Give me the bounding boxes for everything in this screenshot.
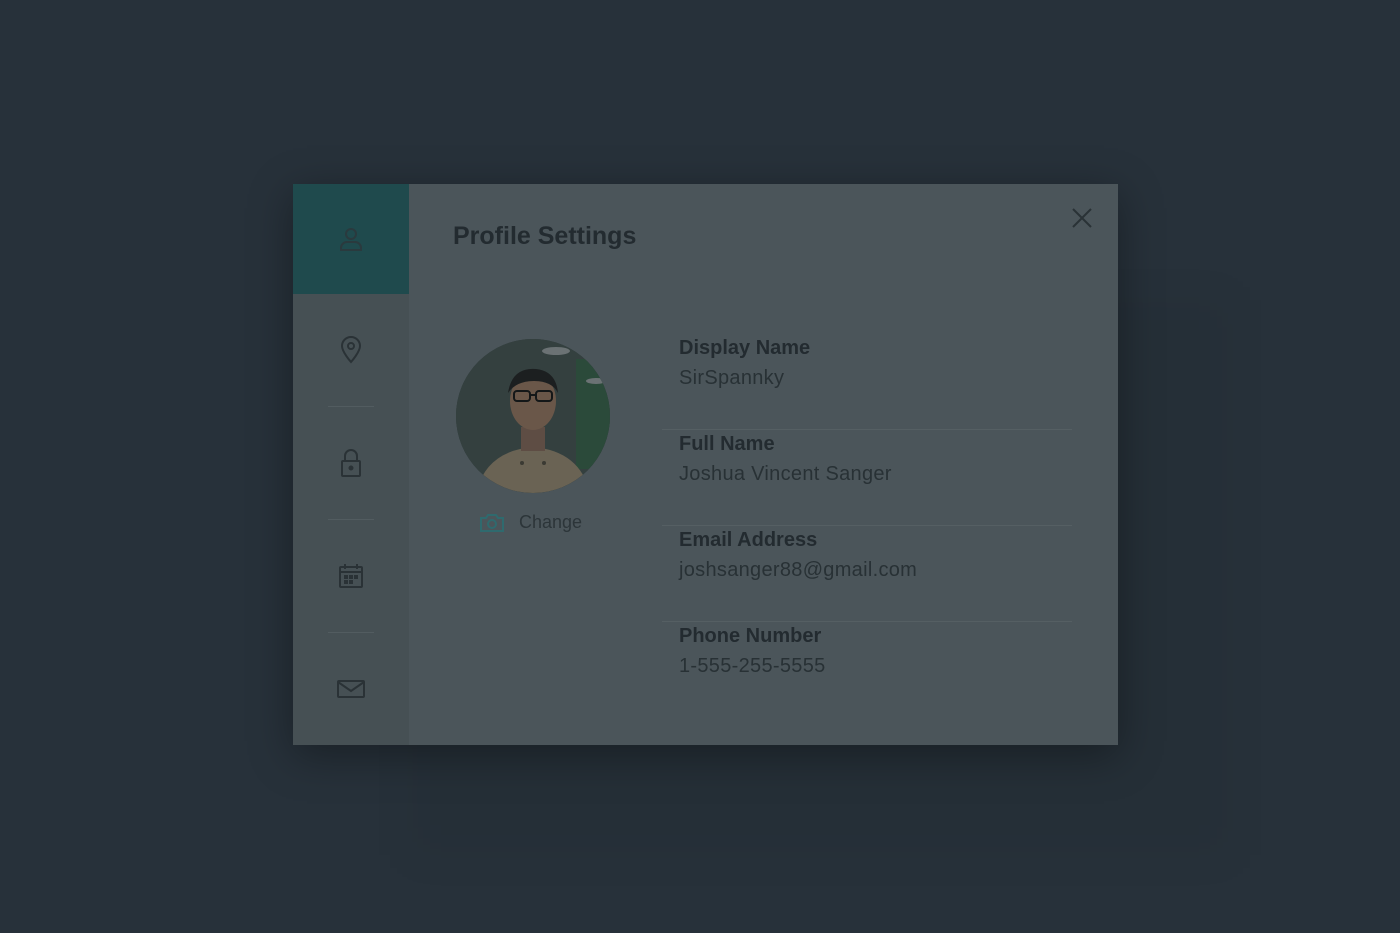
field-label: Display Name bbox=[679, 337, 811, 359]
mail-icon bbox=[336, 678, 366, 700]
field-value: joshsanger88@gmail.com bbox=[679, 559, 918, 581]
camera-icon bbox=[479, 511, 505, 533]
settings-sidebar bbox=[293, 184, 409, 745]
close-icon bbox=[1070, 206, 1094, 230]
phone-number-field[interactable]: Phone Number 1-555-255-5555 bbox=[662, 622, 1072, 717]
sidebar-item-profile[interactable] bbox=[293, 184, 409, 294]
avatar bbox=[456, 339, 610, 493]
field-label: Full Name bbox=[679, 433, 775, 455]
page-title: Profile Settings bbox=[453, 222, 637, 250]
lock-icon bbox=[339, 448, 363, 478]
field-value: Joshua Vincent Sanger bbox=[679, 463, 892, 485]
profile-fields: Display Name SirSpannky Full Name Joshua… bbox=[662, 334, 1072, 717]
close-button[interactable] bbox=[1070, 206, 1094, 230]
email-address-field[interactable]: Email Address joshsanger88@gmail.com bbox=[662, 526, 1072, 622]
field-value: 1-555-255-5555 bbox=[679, 655, 826, 677]
location-pin-icon bbox=[339, 336, 363, 364]
sidebar-item-mail[interactable] bbox=[293, 633, 409, 745]
calendar-icon bbox=[337, 562, 365, 590]
settings-content: Profile Settings Change Display Name Sir… bbox=[409, 184, 1118, 745]
field-value: SirSpannky bbox=[679, 367, 785, 389]
profile-settings-modal: Profile Settings Change Display Name Sir… bbox=[293, 184, 1118, 745]
field-label: Phone Number bbox=[679, 625, 822, 647]
sidebar-item-security[interactable] bbox=[293, 407, 409, 519]
field-label: Email Address bbox=[679, 529, 818, 551]
full-name-field[interactable]: Full Name Joshua Vincent Sanger bbox=[662, 430, 1072, 526]
sidebar-item-location[interactable] bbox=[293, 294, 409, 406]
display-name-field[interactable]: Display Name SirSpannky bbox=[662, 334, 1072, 430]
change-avatar-label: Change bbox=[519, 511, 583, 532]
sidebar-item-calendar[interactable] bbox=[293, 520, 409, 632]
user-icon bbox=[337, 225, 365, 253]
change-avatar-button[interactable]: Change bbox=[479, 511, 582, 533]
